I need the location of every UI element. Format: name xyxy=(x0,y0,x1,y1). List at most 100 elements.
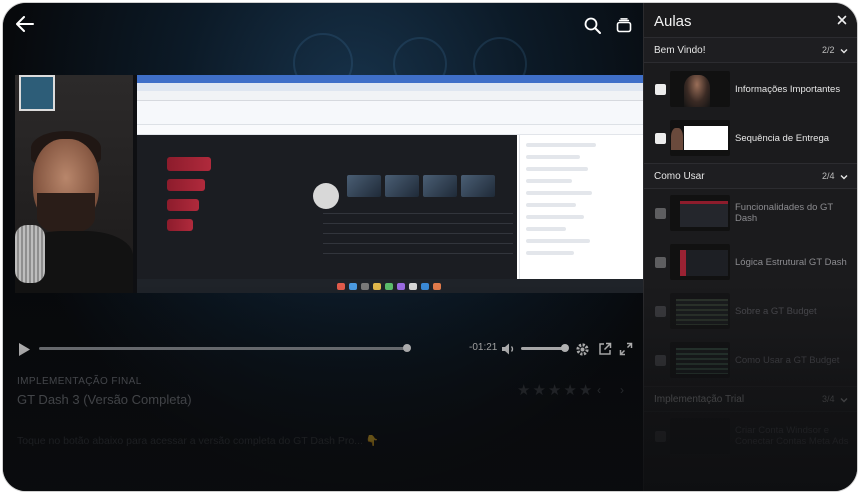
section-progress: 3/4 xyxy=(822,394,835,404)
table-rule xyxy=(323,213,513,214)
lesson-checkbox[interactable] xyxy=(655,133,666,144)
section-implementacao-trial[interactable]: Implementação Trial 3/4 xyxy=(644,386,857,412)
table-rule xyxy=(323,253,513,254)
back-button[interactable] xyxy=(13,13,37,35)
lesson-label: Sequência de Entrega xyxy=(735,132,830,144)
close-icon xyxy=(837,15,847,25)
panel-line xyxy=(526,227,566,231)
volume-handle[interactable] xyxy=(561,344,569,352)
microphone-icon xyxy=(15,225,45,283)
search-icon xyxy=(584,17,601,34)
dock-app-icon xyxy=(361,283,369,290)
creative-thumbnail xyxy=(461,175,495,197)
volume-slider[interactable] xyxy=(521,347,565,350)
settings-button[interactable] xyxy=(573,340,591,358)
lesson-checkbox[interactable] xyxy=(655,306,666,317)
lesson-checkbox[interactable] xyxy=(655,431,666,442)
section-name: Como Usar xyxy=(654,171,705,182)
player-top-bar xyxy=(3,3,643,47)
wall-poster xyxy=(19,75,55,111)
volume-button[interactable] xyxy=(499,340,517,358)
play-button[interactable] xyxy=(15,339,33,359)
video-frame[interactable] xyxy=(15,75,643,293)
lesson-item[interactable]: Criar Conta Windsor e Conectar Contas Me… xyxy=(644,415,857,464)
funnel-bar xyxy=(167,157,211,171)
close-sidebar-button[interactable] xyxy=(834,12,850,28)
lesson-item[interactable]: Informações Importantes xyxy=(644,68,857,117)
sidebar-title: Aulas xyxy=(654,13,692,30)
courses-button[interactable] xyxy=(613,14,635,36)
star-icon[interactable]: ★ xyxy=(517,383,530,398)
fullscreen-icon xyxy=(619,342,633,356)
lesson-thumbnail xyxy=(670,418,730,454)
player-stage: -01:21 IMPLEMENTAÇÃO FINAL GT Dash 3 (Ve… xyxy=(3,3,643,491)
lesson-label: Lógica Estrutural GT Dash xyxy=(735,256,847,268)
play-icon xyxy=(18,342,30,356)
search-button[interactable] xyxy=(581,14,603,36)
lesson-checkbox[interactable] xyxy=(655,257,666,268)
panel-line xyxy=(526,239,590,243)
lesson-item[interactable]: Funcionalidades do GT Dash xyxy=(644,192,857,241)
creative-thumbnail xyxy=(385,175,419,197)
section-progress: 2/4 xyxy=(822,171,835,181)
section-progress: 2/2 xyxy=(822,45,835,55)
dock-app-icon xyxy=(397,283,405,290)
previous-lesson-button[interactable]: ‹ xyxy=(597,383,601,397)
module-label: IMPLEMENTAÇÃO FINAL xyxy=(17,376,142,387)
panel-line xyxy=(526,251,574,255)
section-name: Bem Vindo! xyxy=(654,45,706,56)
star-icon[interactable]: ★ xyxy=(532,383,545,398)
creative-thumbnail xyxy=(423,175,457,197)
thumbnail-sheet xyxy=(676,299,728,325)
lesson-title: GT Dash 3 (Versão Completa) xyxy=(17,392,192,407)
editor-toolbar xyxy=(137,101,643,125)
lesson-item[interactable]: Sobre a GT Budget xyxy=(644,290,857,339)
lessons-sidebar: Aulas Bem Vindo! 2/2 Informações Importa… xyxy=(643,3,857,491)
thumbnail-slide xyxy=(684,126,728,150)
section-como-usar[interactable]: Como Usar 2/4 xyxy=(644,163,857,189)
next-lesson-button[interactable]: › xyxy=(620,383,624,397)
share-icon xyxy=(599,342,612,355)
lesson-label: Sobre a GT Budget xyxy=(735,305,817,317)
lesson-item[interactable]: Lógica Estrutural GT Dash xyxy=(644,241,857,290)
dock-app-icon xyxy=(409,283,417,290)
table-rule xyxy=(323,243,513,244)
lesson-label: Informações Importantes xyxy=(735,83,841,95)
chevron-down-icon xyxy=(840,398,848,403)
volume-icon xyxy=(501,343,513,355)
panel-line xyxy=(526,191,592,195)
lesson-thumbnail xyxy=(670,195,730,231)
player-controls: -01:21 xyxy=(3,333,643,365)
star-icon[interactable]: ★ xyxy=(548,383,561,398)
lesson-checkbox[interactable] xyxy=(655,84,666,95)
lesson-label: Funcionalidades do GT Dash xyxy=(735,202,834,224)
chevron-down-icon xyxy=(840,49,848,54)
dock-app-icon xyxy=(421,283,429,290)
browser-tabs xyxy=(137,83,643,91)
fullscreen-button[interactable] xyxy=(617,340,635,358)
lesson-checkbox[interactable] xyxy=(655,355,666,366)
star-icon[interactable]: ★ xyxy=(563,383,576,398)
presenter-thumbnail xyxy=(684,75,710,107)
thumbnail-dashboard xyxy=(680,201,728,227)
rating-stars[interactable]: ★ ★ ★ ★ ★ xyxy=(517,383,592,398)
progress-handle[interactable] xyxy=(403,344,411,352)
lesson-checkbox[interactable] xyxy=(655,208,666,219)
thumbnail-presenter xyxy=(671,128,683,150)
share-button[interactable] xyxy=(596,340,614,358)
lesson-thumbnail xyxy=(670,342,730,378)
star-icon[interactable]: ★ xyxy=(579,383,592,398)
panel-line xyxy=(526,179,572,183)
dock-app-icon xyxy=(337,283,345,290)
app-frame: -01:21 IMPLEMENTAÇÃO FINAL GT Dash 3 (Ve… xyxy=(2,2,858,492)
lesson-item[interactable]: Sequência de Entrega xyxy=(644,117,857,166)
panel-line xyxy=(526,143,596,147)
properties-panel xyxy=(519,135,643,279)
dock-app-icon xyxy=(385,283,393,290)
lesson-label: Como Usar a GT Budget xyxy=(735,354,840,366)
avatar-placeholder xyxy=(313,183,339,209)
lesson-item[interactable]: Como Usar a GT Budget xyxy=(644,339,857,388)
section-name: Implementação Trial xyxy=(654,394,745,405)
section-bem-vindo[interactable]: Bem Vindo! 2/2 xyxy=(644,37,857,63)
progress-bar[interactable] xyxy=(39,347,407,350)
